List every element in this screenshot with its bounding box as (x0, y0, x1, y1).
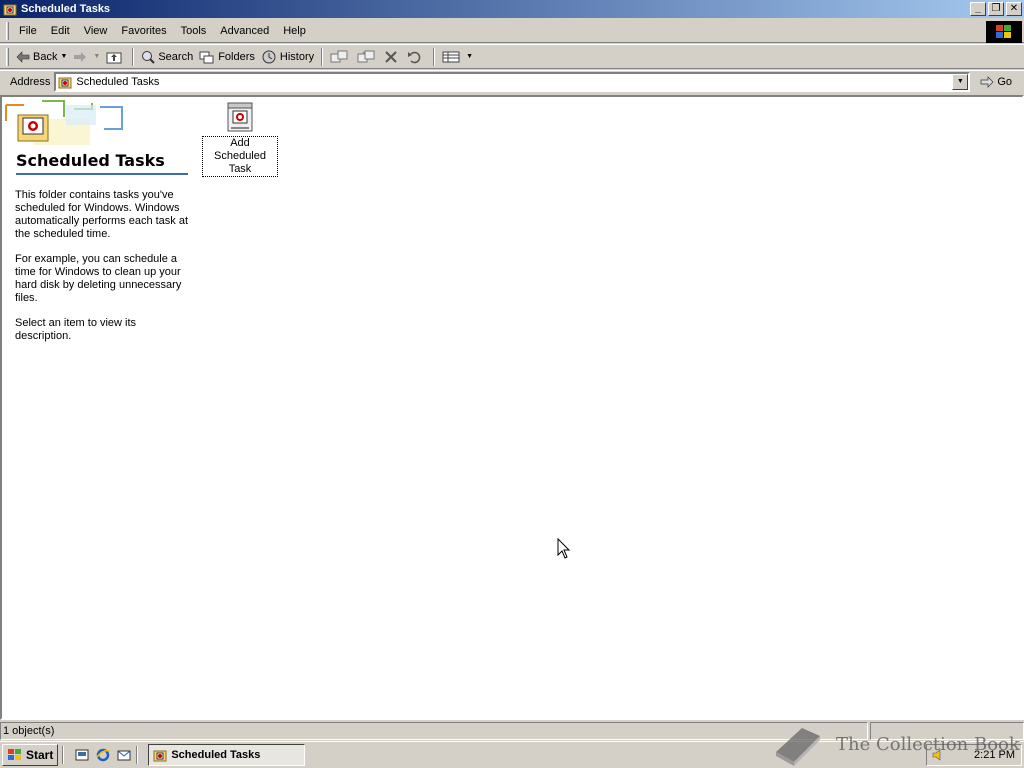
menu-file[interactable]: File (13, 23, 43, 39)
folders-icon (199, 51, 214, 63)
close-button[interactable]: ✕ (1006, 2, 1022, 16)
search-label: Search (158, 50, 194, 63)
back-arrow-icon (16, 50, 30, 63)
address-input[interactable]: Scheduled Tasks ▼ (54, 71, 971, 92)
add-scheduled-task-item[interactable]: Add Scheduled Task (202, 101, 278, 177)
description-paragraph: For example, you can schedule a time for… (15, 253, 182, 304)
move-to-icon (330, 50, 348, 62)
standard-toolbar: Back ▼ ▼ Search Folders History ▼ (0, 44, 1024, 69)
taskbar-task-scheduled-tasks[interactable]: Scheduled Tasks (148, 744, 306, 766)
folders-button[interactable]: Folders (196, 46, 258, 68)
back-label: Back (33, 50, 58, 63)
web-view-description: This folder contains tasks you've schedu… (15, 189, 189, 343)
views-icon (442, 51, 460, 62)
delete-button[interactable] (381, 46, 404, 68)
back-dropdown-icon[interactable]: ▼ (60, 53, 67, 60)
back-button[interactable]: Back ▼ (13, 46, 70, 68)
description-paragraph: Select an item to view its description. (15, 317, 137, 342)
menu-tools[interactable]: Tools (175, 23, 213, 39)
close-icon: ✕ (1009, 3, 1019, 14)
scheduled-tasks-folder-icon (153, 750, 167, 762)
history-label: History (279, 50, 315, 63)
restore-icon: ❐ (991, 3, 1001, 14)
undo-button[interactable] (404, 46, 429, 68)
folders-label: Folders (218, 50, 255, 63)
window-title: Scheduled Tasks (21, 3, 111, 15)
outlook-express-icon[interactable] (116, 747, 132, 763)
menu-grip[interactable] (6, 22, 9, 40)
up-folder-icon (106, 52, 122, 63)
mouse-cursor-icon (557, 538, 571, 559)
windows-logo-icon (986, 21, 1022, 43)
move-to-button[interactable] (327, 46, 354, 68)
delete-icon (385, 50, 397, 63)
taskbar-separator (62, 746, 65, 764)
item-label: Add Scheduled Task (202, 136, 278, 177)
menu-advanced[interactable]: Advanced (214, 23, 275, 39)
task-label: Scheduled Tasks (171, 749, 261, 761)
taskbar-separator (136, 746, 139, 764)
menu-bar: File Edit View Favorites Tools Advanced … (0, 20, 1024, 43)
quick-launch (74, 747, 132, 763)
views-button[interactable]: ▼ (439, 46, 476, 68)
copy-to-icon (357, 50, 375, 62)
address-dropdown-button[interactable]: ▼ (952, 73, 969, 90)
go-label: Go (997, 75, 1013, 88)
show-desktop-icon[interactable] (74, 747, 90, 763)
search-button[interactable]: Search (138, 46, 196, 68)
search-icon (142, 50, 156, 64)
history-button[interactable]: History (258, 46, 317, 68)
chevron-down-icon: ▼ (956, 78, 964, 85)
address-label: Address (10, 75, 51, 88)
menu-edit[interactable]: Edit (45, 23, 76, 39)
up-folder-button[interactable] (103, 46, 128, 68)
web-view-banner (4, 99, 190, 149)
watermark-text: The Collection Book (836, 733, 1020, 755)
web-view-panel: Scheduled Tasks This folder contains tas… (4, 99, 190, 355)
forward-button[interactable]: ▼ (70, 46, 103, 68)
forward-arrow-icon (74, 51, 87, 62)
address-value: Scheduled Tasks (76, 75, 160, 88)
toolbar-grip[interactable] (6, 47, 9, 66)
windows-flag-icon (8, 749, 21, 760)
menu-favorites[interactable]: Favorites (115, 23, 172, 39)
folder-view[interactable]: Scheduled Tasks This folder contains tas… (0, 95, 1024, 720)
web-view-divider (16, 173, 188, 175)
scheduled-tasks-folder-icon (3, 4, 17, 16)
views-dropdown-icon[interactable]: ▼ (466, 53, 473, 60)
book-logo-icon (776, 728, 820, 766)
watermark: The Collection Book (772, 720, 1022, 768)
go-arrow-icon (981, 75, 994, 88)
copy-to-button[interactable] (354, 46, 381, 68)
history-icon (262, 50, 276, 63)
web-view-title: Scheduled Tasks (16, 151, 165, 170)
status-pane-objects: 1 object(s) (0, 722, 868, 740)
title-bar[interactable]: Scheduled Tasks _ ❐ ✕ (0, 0, 1024, 18)
menu-help[interactable]: Help (277, 23, 312, 39)
toolbar-separator (132, 47, 135, 66)
forward-dropdown-icon[interactable]: ▼ (93, 53, 100, 60)
toolbar-separator (433, 47, 436, 66)
minimize-icon: _ (975, 3, 981, 14)
start-label: Start (26, 748, 54, 762)
go-button[interactable]: Go (980, 76, 1012, 88)
scheduled-tasks-banner-icon (5, 100, 123, 145)
internet-explorer-icon[interactable] (95, 747, 111, 763)
restore-button[interactable]: ❐ (988, 2, 1004, 16)
description-paragraph: This folder contains tasks you've schedu… (15, 189, 189, 240)
status-text: 1 object(s) (3, 725, 55, 737)
start-button[interactable]: Start (2, 744, 59, 766)
undo-icon (408, 51, 421, 63)
scheduled-tasks-folder-icon (58, 77, 72, 88)
minimize-button[interactable]: _ (970, 2, 986, 16)
address-bar: Address Scheduled Tasks ▼ Go (0, 70, 1024, 92)
add-task-icon (227, 102, 253, 132)
menu-view[interactable]: View (78, 23, 114, 39)
toolbar-separator (321, 47, 324, 66)
